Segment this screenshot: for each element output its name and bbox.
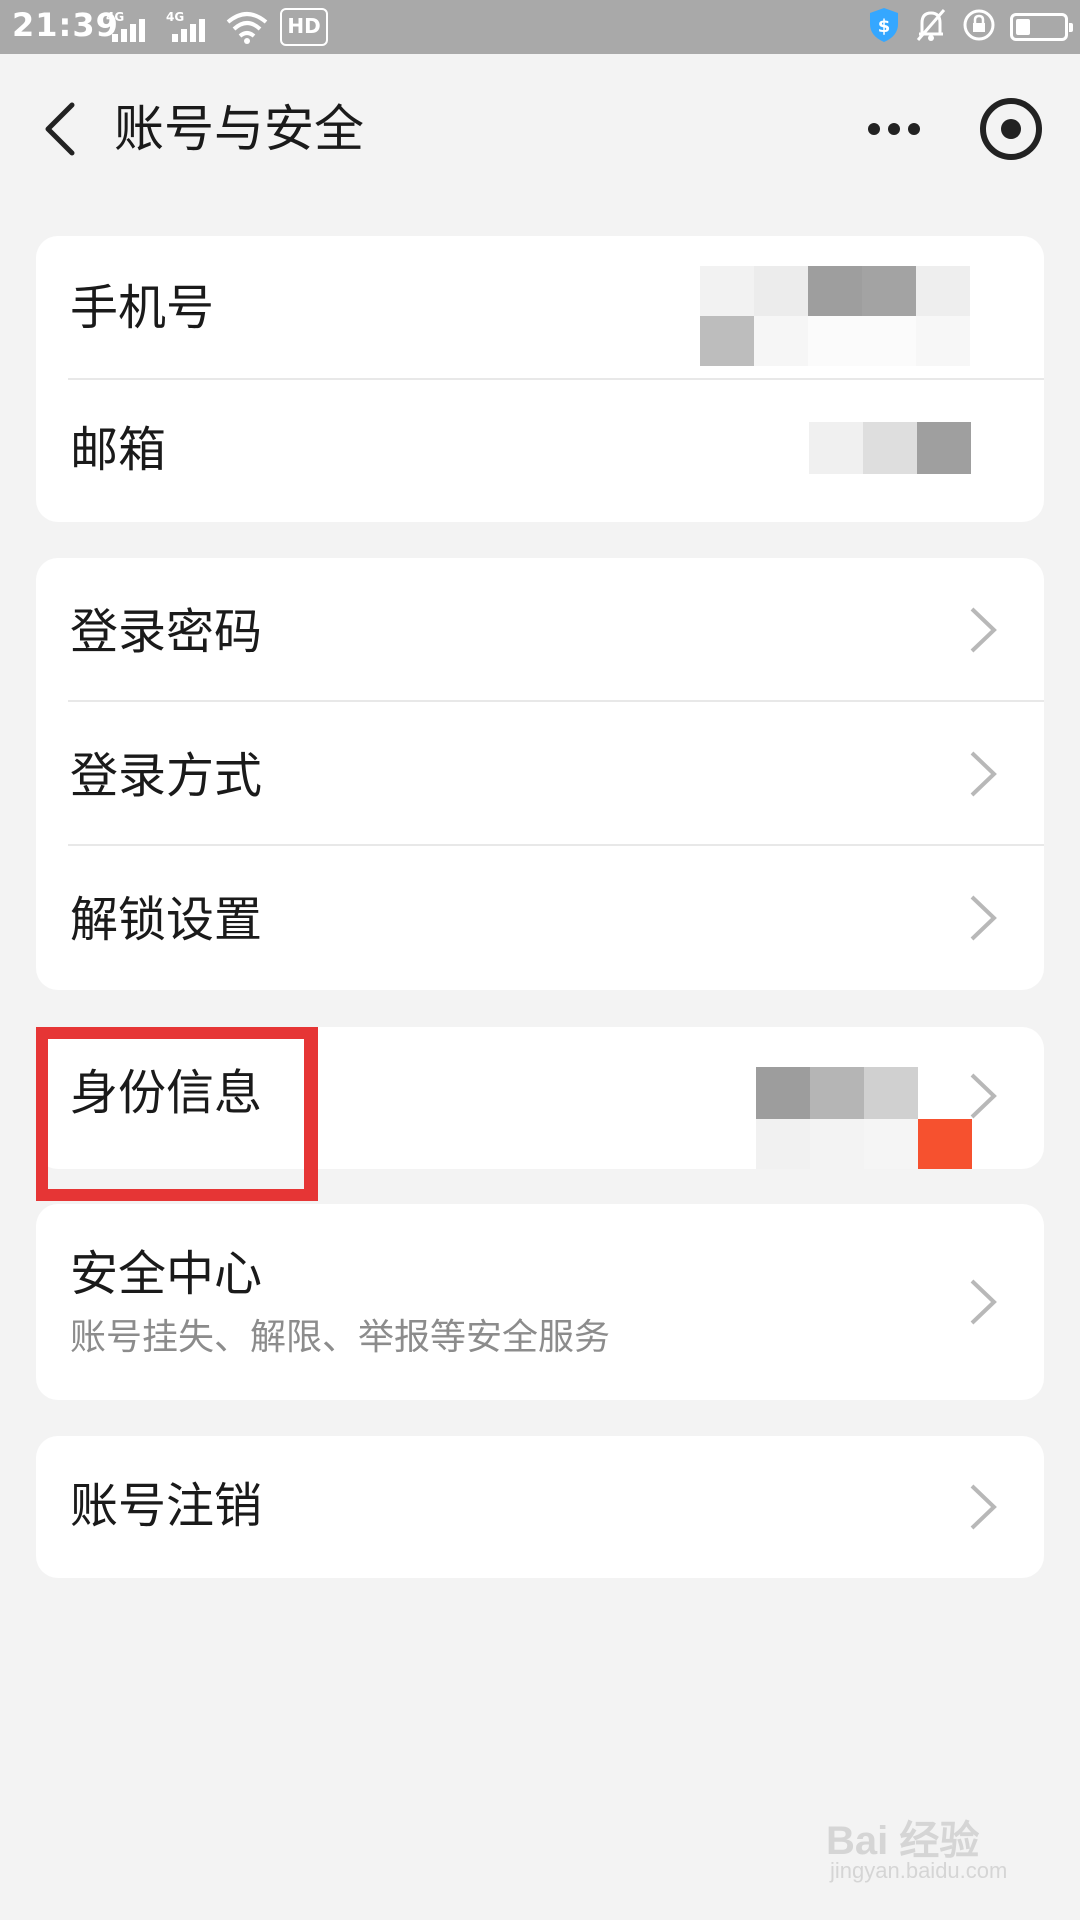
page-title: 账号与安全 [114, 100, 364, 158]
wifi-icon [224, 8, 270, 46]
login-password-row[interactable]: 登录密码 [36, 558, 1044, 702]
record-icon[interactable] [980, 98, 1042, 160]
phone-label: 手机号 [70, 280, 215, 336]
watermark-url: jingyan.baidu.com [830, 1858, 1008, 1883]
chevron-right-icon [968, 749, 998, 799]
login-card: 登录密码 登录方式 解锁设置 [36, 558, 1044, 990]
account-cancel-label: 账号注销 [70, 1478, 263, 1534]
phone-row[interactable]: 手机号 [36, 236, 1044, 380]
bell-off-icon [914, 7, 948, 47]
security-center-row[interactable]: 安全中心 账号挂失、解限、举报等安全服务 [36, 1204, 1044, 1400]
unlock-settings-label: 解锁设置 [70, 892, 263, 948]
login-password-label: 登录密码 [70, 604, 263, 660]
email-label: 邮箱 [70, 422, 167, 478]
more-icon[interactable] [862, 106, 926, 152]
shield-icon: $ [868, 7, 900, 47]
rotation-lock-icon [962, 8, 996, 46]
battery-fill [1016, 19, 1030, 35]
status-bar: 21:39 4G 4G HD $ [0, 0, 1080, 54]
email-row[interactable]: 邮箱 [36, 380, 1044, 522]
signal-icon: 4G [104, 8, 154, 46]
status-icons-right: $ [868, 7, 1073, 47]
email-value-pixelated [809, 422, 972, 474]
signal-icon: 4G [164, 8, 214, 46]
unlock-settings-row[interactable]: 解锁设置 [36, 846, 1044, 990]
status-time: 21:39 [12, 6, 119, 44]
battery-icon [1010, 13, 1073, 41]
login-method-label: 登录方式 [70, 748, 263, 804]
navigation-bar: 账号与安全 [0, 54, 1080, 198]
contact-card: 手机号 邮箱 [36, 236, 1044, 522]
account-cancel-card: 账号注销 [36, 1436, 1044, 1578]
watermark: Bai 经验 jingyan.baidu.com [826, 1808, 1026, 1888]
login-method-row[interactable]: 登录方式 [36, 702, 1044, 846]
chevron-right-icon [968, 1071, 998, 1121]
svg-text:$: $ [878, 16, 891, 37]
chevron-right-icon [968, 1482, 998, 1532]
security-center-subtitle: 账号挂失、解限、举报等安全服务 [70, 1317, 611, 1358]
back-arrow-icon[interactable] [30, 94, 90, 164]
phone-value-pixelated [700, 266, 972, 366]
security-center-card: 安全中心 账号挂失、解限、举报等安全服务 [36, 1204, 1044, 1400]
chevron-right-icon [968, 893, 998, 943]
chevron-right-icon [968, 1277, 998, 1327]
identity-value-pixelated [756, 1067, 972, 1169]
security-center-label: 安全中心 [70, 1246, 263, 1302]
status-icons-left: 4G 4G HD [104, 8, 328, 46]
chevron-right-icon [968, 605, 998, 655]
hd-icon: HD [280, 8, 328, 46]
account-cancel-row[interactable]: 账号注销 [36, 1436, 1044, 1578]
highlight-box [36, 1027, 318, 1201]
